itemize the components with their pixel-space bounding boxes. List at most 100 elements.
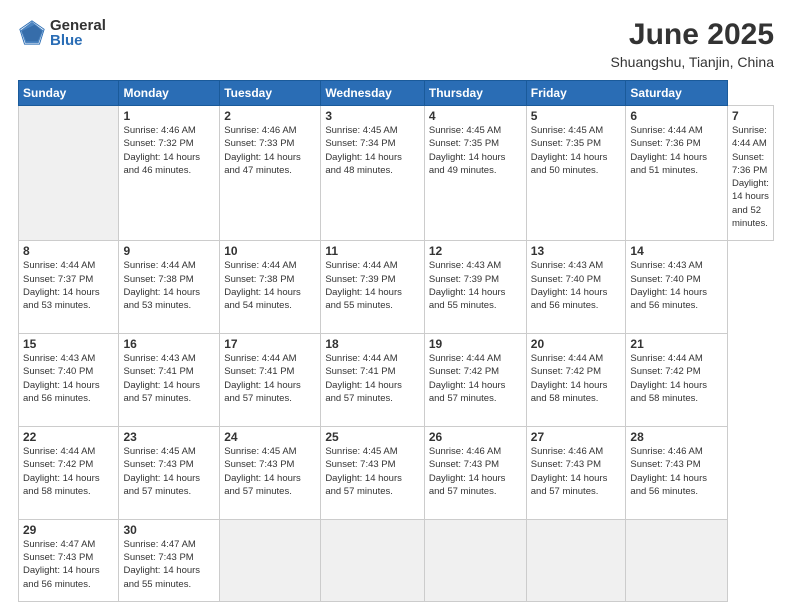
day-info: Sunrise: 4:44 AM Sunset: 7:42 PM Dayligh… xyxy=(429,352,522,405)
day-info: Sunrise: 4:44 AM Sunset: 7:42 PM Dayligh… xyxy=(531,352,622,405)
day-info: Sunrise: 4:44 AM Sunset: 7:36 PM Dayligh… xyxy=(732,124,769,230)
day-info: Sunrise: 4:44 AM Sunset: 7:42 PM Dayligh… xyxy=(630,352,723,405)
day-number: 10 xyxy=(224,244,316,258)
day-cell: 26Sunrise: 4:46 AM Sunset: 7:43 PM Dayli… xyxy=(424,426,526,519)
day-cell: 24Sunrise: 4:45 AM Sunset: 7:43 PM Dayli… xyxy=(220,426,321,519)
day-info: Sunrise: 4:46 AM Sunset: 7:43 PM Dayligh… xyxy=(630,445,723,498)
day-number: 26 xyxy=(429,430,522,444)
day-info: Sunrise: 4:44 AM Sunset: 7:41 PM Dayligh… xyxy=(325,352,420,405)
header-cell-thursday: Thursday xyxy=(424,81,526,106)
day-cell: 27Sunrise: 4:46 AM Sunset: 7:43 PM Dayli… xyxy=(526,426,626,519)
day-number: 28 xyxy=(630,430,723,444)
header-cell-monday: Monday xyxy=(119,81,220,106)
day-number: 17 xyxy=(224,337,316,351)
day-number: 16 xyxy=(123,337,215,351)
day-info: Sunrise: 4:46 AM Sunset: 7:43 PM Dayligh… xyxy=(531,445,622,498)
day-number: 5 xyxy=(531,109,622,123)
day-cell: 23Sunrise: 4:45 AM Sunset: 7:43 PM Dayli… xyxy=(119,426,220,519)
day-cell: 15Sunrise: 4:43 AM Sunset: 7:40 PM Dayli… xyxy=(19,334,119,427)
day-number: 11 xyxy=(325,244,420,258)
day-cell: 30Sunrise: 4:47 AM Sunset: 7:43 PM Dayli… xyxy=(119,519,220,601)
day-info: Sunrise: 4:44 AM Sunset: 7:42 PM Dayligh… xyxy=(23,445,114,498)
day-cell: 13Sunrise: 4:43 AM Sunset: 7:40 PM Dayli… xyxy=(526,241,626,334)
day-info: Sunrise: 4:45 AM Sunset: 7:43 PM Dayligh… xyxy=(123,445,215,498)
week-row-2: 15Sunrise: 4:43 AM Sunset: 7:40 PM Dayli… xyxy=(19,334,774,427)
day-cell: 4Sunrise: 4:45 AM Sunset: 7:35 PM Daylig… xyxy=(424,106,526,241)
calendar-title: June 2025 xyxy=(611,18,774,52)
day-cell xyxy=(626,519,728,601)
day-number: 7 xyxy=(732,109,769,123)
logo-text: General Blue xyxy=(50,18,106,48)
day-cell xyxy=(321,519,425,601)
day-cell: 3Sunrise: 4:45 AM Sunset: 7:34 PM Daylig… xyxy=(321,106,425,241)
day-cell: 19Sunrise: 4:44 AM Sunset: 7:42 PM Dayli… xyxy=(424,334,526,427)
logo-general: General xyxy=(50,18,106,33)
day-info: Sunrise: 4:45 AM Sunset: 7:43 PM Dayligh… xyxy=(325,445,420,498)
day-info: Sunrise: 4:47 AM Sunset: 7:43 PM Dayligh… xyxy=(23,538,114,591)
day-cell: 22Sunrise: 4:44 AM Sunset: 7:42 PM Dayli… xyxy=(19,426,119,519)
day-number: 1 xyxy=(123,109,215,123)
day-info: Sunrise: 4:47 AM Sunset: 7:43 PM Dayligh… xyxy=(123,538,215,591)
calendar-body: 1Sunrise: 4:46 AM Sunset: 7:32 PM Daylig… xyxy=(19,106,774,602)
logo-icon xyxy=(18,19,46,47)
header-cell-tuesday: Tuesday xyxy=(220,81,321,106)
day-cell: 12Sunrise: 4:43 AM Sunset: 7:39 PM Dayli… xyxy=(424,241,526,334)
calendar-subtitle: Shuangshu, Tianjin, China xyxy=(611,54,774,70)
day-info: Sunrise: 4:43 AM Sunset: 7:40 PM Dayligh… xyxy=(630,259,723,312)
day-number: 25 xyxy=(325,430,420,444)
header-cell-sunday: Sunday xyxy=(19,81,119,106)
day-info: Sunrise: 4:44 AM Sunset: 7:41 PM Dayligh… xyxy=(224,352,316,405)
day-number: 2 xyxy=(224,109,316,123)
day-info: Sunrise: 4:43 AM Sunset: 7:39 PM Dayligh… xyxy=(429,259,522,312)
header-cell-saturday: Saturday xyxy=(626,81,728,106)
day-number: 15 xyxy=(23,337,114,351)
calendar-table: SundayMondayTuesdayWednesdayThursdayFrid… xyxy=(18,80,774,602)
day-cell: 28Sunrise: 4:46 AM Sunset: 7:43 PM Dayli… xyxy=(626,426,728,519)
day-cell: 20Sunrise: 4:44 AM Sunset: 7:42 PM Dayli… xyxy=(526,334,626,427)
day-info: Sunrise: 4:44 AM Sunset: 7:38 PM Dayligh… xyxy=(224,259,316,312)
week-row-1: 8Sunrise: 4:44 AM Sunset: 7:37 PM Daylig… xyxy=(19,241,774,334)
day-info: Sunrise: 4:45 AM Sunset: 7:35 PM Dayligh… xyxy=(429,124,522,177)
day-cell: 25Sunrise: 4:45 AM Sunset: 7:43 PM Dayli… xyxy=(321,426,425,519)
day-info: Sunrise: 4:46 AM Sunset: 7:32 PM Dayligh… xyxy=(123,124,215,177)
day-cell xyxy=(424,519,526,601)
title-block: June 2025 Shuangshu, Tianjin, China xyxy=(611,18,774,70)
day-number: 30 xyxy=(123,523,215,537)
day-info: Sunrise: 4:43 AM Sunset: 7:41 PM Dayligh… xyxy=(123,352,215,405)
header-cell-wednesday: Wednesday xyxy=(321,81,425,106)
header-row: SundayMondayTuesdayWednesdayThursdayFrid… xyxy=(19,81,774,106)
day-cell: 16Sunrise: 4:43 AM Sunset: 7:41 PM Dayli… xyxy=(119,334,220,427)
day-number: 19 xyxy=(429,337,522,351)
day-number: 6 xyxy=(630,109,723,123)
day-number: 18 xyxy=(325,337,420,351)
day-cell: 5Sunrise: 4:45 AM Sunset: 7:35 PM Daylig… xyxy=(526,106,626,241)
day-number: 14 xyxy=(630,244,723,258)
day-cell: 17Sunrise: 4:44 AM Sunset: 7:41 PM Dayli… xyxy=(220,334,321,427)
day-cell xyxy=(220,519,321,601)
page: General Blue June 2025 Shuangshu, Tianji… xyxy=(0,0,792,612)
week-row-3: 22Sunrise: 4:44 AM Sunset: 7:42 PM Dayli… xyxy=(19,426,774,519)
day-cell xyxy=(19,106,119,241)
calendar-header: SundayMondayTuesdayWednesdayThursdayFrid… xyxy=(19,81,774,106)
day-cell: 11Sunrise: 4:44 AM Sunset: 7:39 PM Dayli… xyxy=(321,241,425,334)
day-cell: 21Sunrise: 4:44 AM Sunset: 7:42 PM Dayli… xyxy=(626,334,728,427)
day-number: 24 xyxy=(224,430,316,444)
day-cell: 6Sunrise: 4:44 AM Sunset: 7:36 PM Daylig… xyxy=(626,106,728,241)
day-number: 29 xyxy=(23,523,114,537)
day-number: 27 xyxy=(531,430,622,444)
day-number: 9 xyxy=(123,244,215,258)
day-info: Sunrise: 4:46 AM Sunset: 7:33 PM Dayligh… xyxy=(224,124,316,177)
day-number: 23 xyxy=(123,430,215,444)
day-info: Sunrise: 4:44 AM Sunset: 7:37 PM Dayligh… xyxy=(23,259,114,312)
day-number: 21 xyxy=(630,337,723,351)
day-cell: 18Sunrise: 4:44 AM Sunset: 7:41 PM Dayli… xyxy=(321,334,425,427)
day-number: 3 xyxy=(325,109,420,123)
day-number: 4 xyxy=(429,109,522,123)
day-info: Sunrise: 4:43 AM Sunset: 7:40 PM Dayligh… xyxy=(23,352,114,405)
day-info: Sunrise: 4:44 AM Sunset: 7:39 PM Dayligh… xyxy=(325,259,420,312)
day-info: Sunrise: 4:44 AM Sunset: 7:38 PM Dayligh… xyxy=(123,259,215,312)
day-info: Sunrise: 4:45 AM Sunset: 7:35 PM Dayligh… xyxy=(531,124,622,177)
day-cell xyxy=(526,519,626,601)
logo: General Blue xyxy=(18,18,106,48)
day-info: Sunrise: 4:46 AM Sunset: 7:43 PM Dayligh… xyxy=(429,445,522,498)
